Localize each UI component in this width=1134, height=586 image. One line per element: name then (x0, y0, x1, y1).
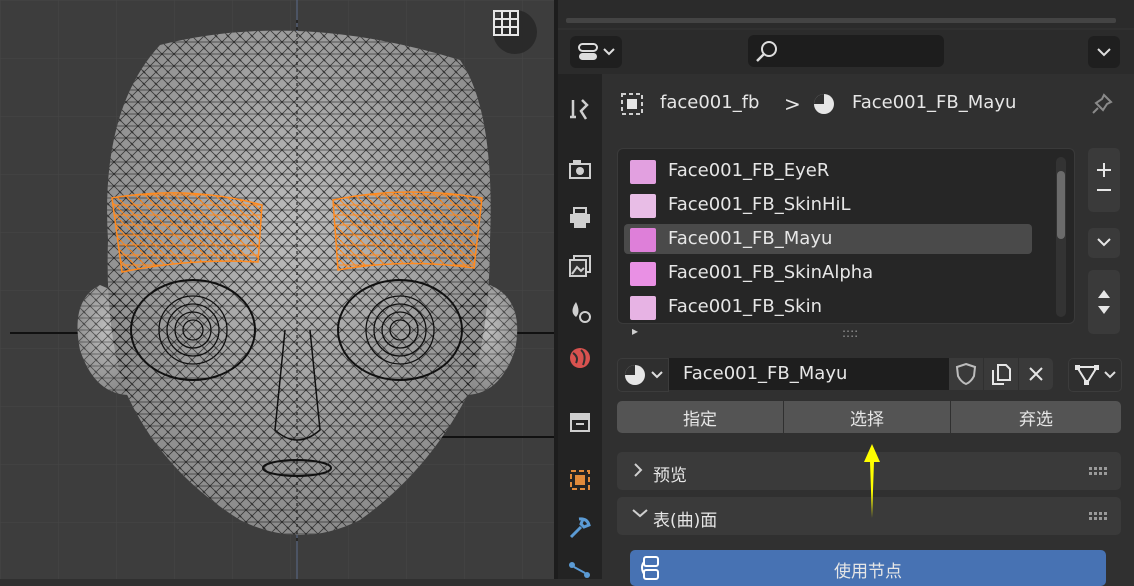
material-slot-name: Face001_FB_Skin (668, 296, 823, 317)
chevron-down-icon (651, 371, 663, 379)
material-slot-list[interactable]: Face001_FB_EyeR Face001_FB_SkinHiL Face0… (617, 148, 1075, 340)
search-icon (756, 41, 777, 62)
duplicate-material-button[interactable] (984, 358, 1018, 390)
chevron-down-icon (1097, 48, 1111, 57)
annotation-arrow (864, 444, 880, 518)
top-area (558, 0, 1134, 28)
tab-object[interactable] (564, 464, 596, 496)
duplicate-icon (992, 364, 1011, 385)
list-resize-grip[interactable]: :::: (842, 326, 858, 340)
list-item[interactable]: Face001_FB_SkinHiL (624, 190, 1032, 220)
material-slot-name: Face001_FB_SkinHiL (668, 194, 851, 215)
3d-viewport[interactable] (0, 0, 554, 579)
tool-icon (570, 99, 589, 120)
list-item[interactable]: Face001_FB_EyeR (624, 156, 1032, 186)
minus-icon[interactable] (1094, 180, 1114, 200)
list-expand-toggle[interactable]: ▸ (632, 324, 638, 338)
browse-material-button[interactable] (617, 358, 669, 392)
chevron-down-icon (1097, 238, 1111, 247)
mesh-object-icon (621, 93, 643, 115)
tab-world[interactable] (564, 342, 596, 374)
options-dropdown-button[interactable] (1088, 36, 1120, 68)
list-item[interactable]: Face001_FB_Skin (624, 292, 1032, 322)
scrollbar-thumb[interactable] (1057, 171, 1065, 239)
drag-handle-icon[interactable] (1089, 512, 1109, 520)
toggle-grid-button[interactable] (493, 10, 537, 54)
scene-icon (572, 302, 591, 323)
material-name: Face001_FB_Mayu (683, 363, 848, 384)
list-item-active[interactable]: Face001_FB_Mayu (624, 224, 1032, 254)
list-item[interactable]: Face001_FB_SkinAlpha (624, 258, 1032, 288)
unlink-material-button[interactable] (1019, 358, 1053, 390)
chevron-down-icon (1104, 371, 1116, 379)
material-name-field[interactable]: Face001_FB_Mayu (669, 358, 949, 390)
use-nodes-label: 使用节点 (834, 562, 902, 582)
chevron-down-icon (632, 509, 648, 518)
use-nodes-button[interactable]: 使用节点 (630, 550, 1106, 586)
list-scrollbar[interactable] (1056, 157, 1066, 317)
grid-icon (493, 10, 519, 36)
particles-icon (569, 562, 590, 578)
properties-editor: face001_fb > Face001_FB_Mayu Face001_FB_… (558, 0, 1134, 586)
chevron-down-icon (603, 48, 615, 56)
slot-move-buttons (1088, 270, 1120, 334)
properties-tabs (558, 74, 602, 579)
collection-icon (570, 413, 590, 432)
pin-icon[interactable] (1090, 92, 1114, 116)
vertex-link-icon (1075, 365, 1099, 385)
shield-icon (955, 362, 977, 386)
tab-tool[interactable] (564, 94, 596, 126)
properties-header (558, 30, 1134, 74)
material-swatch (630, 160, 656, 184)
breadcrumb-separator: > (784, 92, 801, 116)
breadcrumb-object: face001_fb (660, 92, 760, 113)
drag-handle-icon[interactable] (1089, 467, 1109, 475)
tab-scene[interactable] (564, 296, 596, 328)
material-swatch (630, 296, 656, 320)
tab-particles[interactable] (564, 554, 596, 586)
render-icon (569, 160, 591, 179)
material-datablock-row: Face001_FB_Mayu (617, 358, 1073, 392)
editor-type-button[interactable] (570, 36, 622, 68)
assign-button[interactable]: 指定 (617, 401, 783, 433)
triangle-down-icon[interactable] (1096, 302, 1112, 318)
tab-collection[interactable] (564, 406, 596, 438)
material-icon (625, 365, 645, 385)
modifier-icon (569, 517, 591, 539)
breadcrumb-material: Face001_FB_Mayu (852, 92, 1017, 113)
material-slot-name: Face001_FB_SkinAlpha (668, 262, 874, 283)
material-swatch (630, 228, 656, 252)
fake-user-button[interactable] (949, 358, 983, 390)
properties-editor-icon (578, 43, 598, 60)
plus-icon[interactable] (1094, 160, 1114, 180)
slot-add-remove (1088, 148, 1120, 212)
panel-title: 预览 (653, 466, 687, 486)
tab-render[interactable] (564, 154, 596, 186)
world-icon (570, 348, 590, 368)
chevron-right-icon (634, 463, 643, 477)
search-field[interactable] (748, 35, 944, 67)
material-icon (814, 94, 834, 114)
close-icon (1029, 367, 1043, 381)
material-swatch (630, 194, 656, 218)
material-slot-name: Face001_FB_Mayu (668, 228, 833, 249)
material-swatch (630, 262, 656, 286)
tab-output[interactable] (564, 202, 596, 234)
object-icon (570, 470, 590, 490)
deselect-button[interactable]: 弃选 (951, 401, 1121, 433)
area-edge (566, 18, 1116, 23)
panel-title: 表(曲)面 (653, 511, 718, 531)
assign-select-row: 指定 选择 弃选 (617, 401, 1121, 433)
select-button[interactable]: 选择 (784, 401, 950, 433)
link-type-button[interactable] (1068, 358, 1122, 392)
triangle-up-icon[interactable] (1096, 286, 1112, 302)
slot-specials-button[interactable] (1088, 228, 1120, 258)
tab-view-layer[interactable] (564, 250, 596, 282)
tab-modifier[interactable] (564, 512, 596, 544)
breadcrumb: face001_fb > Face001_FB_Mayu (602, 74, 1134, 134)
view-layer-icon (569, 255, 591, 277)
material-slot-name: Face001_FB_EyeR (668, 160, 830, 181)
face-mesh (0, 0, 554, 579)
output-icon (570, 207, 590, 228)
